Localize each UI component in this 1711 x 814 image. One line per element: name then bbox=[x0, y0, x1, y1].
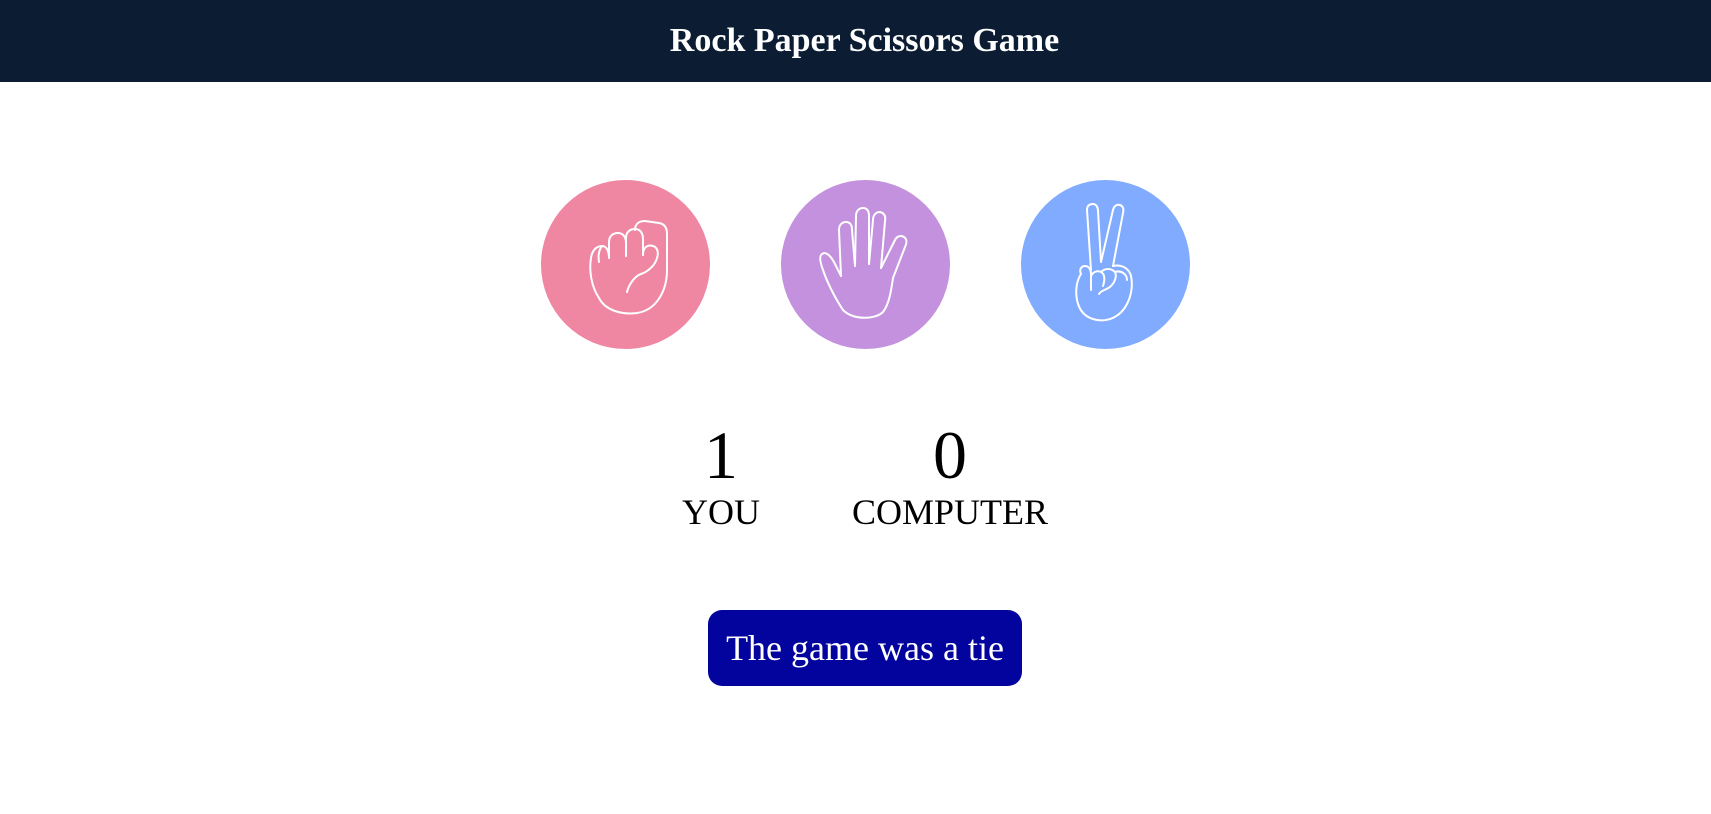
player-score: 1 YOU bbox=[661, 418, 781, 532]
player-score-label: YOU bbox=[682, 492, 760, 532]
rock-hand-icon bbox=[588, 219, 668, 314]
result-message: The game was a tie bbox=[708, 610, 1022, 686]
page-title: Rock Paper Scissors Game bbox=[669, 22, 1060, 59]
computer-score-label: COMPUTER bbox=[851, 492, 1049, 532]
choice-buttons bbox=[541, 180, 1190, 349]
page-header: Rock Paper Scissors Game bbox=[0, 0, 1711, 82]
scissors-button[interactable] bbox=[1021, 180, 1190, 349]
scissors-hand-icon bbox=[1074, 202, 1133, 321]
paper-hand-icon bbox=[818, 206, 907, 319]
computer-score-value: 0 bbox=[933, 417, 967, 493]
paper-button[interactable] bbox=[781, 180, 950, 349]
rock-button[interactable] bbox=[541, 180, 710, 349]
computer-score: 0 COMPUTER bbox=[840, 418, 1060, 532]
player-score-value: 1 bbox=[704, 417, 738, 493]
